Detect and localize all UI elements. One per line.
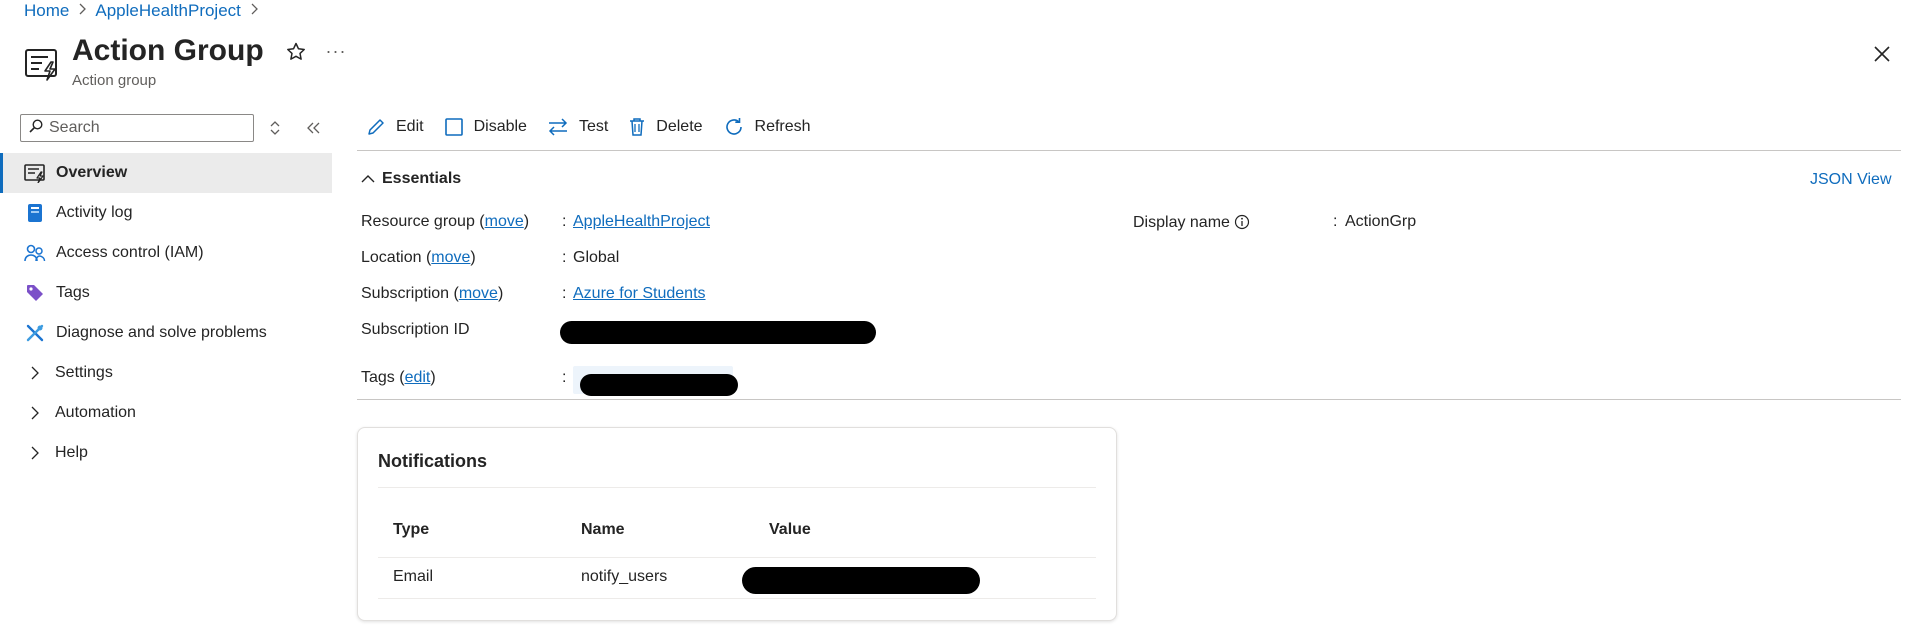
tags-label: Tags (edit)	[361, 369, 436, 386]
sidebar-item-label: Overview	[56, 164, 128, 181]
sidebar-item-activity-log[interactable]: Activity log	[0, 193, 332, 233]
disable-button[interactable]: Disable	[444, 117, 527, 137]
disable-label: Disable	[473, 118, 527, 135]
breadcrumb: Home AppleHealthProject	[24, 0, 267, 22]
ellipsis-icon[interactable]: ···	[324, 40, 348, 64]
breadcrumb-separator-icon	[249, 2, 259, 20]
column-header-type: Type	[393, 521, 430, 538]
card-divider	[378, 487, 1096, 488]
tags-edit-link[interactable]: edit	[405, 369, 431, 386]
notifications-title: Notifications	[378, 451, 488, 471]
edit-label: Edit	[396, 118, 424, 135]
location-label: Location (move)	[361, 249, 476, 266]
redacted-email-value	[742, 567, 980, 594]
collapse-sidebar-icon[interactable]	[302, 117, 324, 139]
redacted-subscription-id	[560, 321, 876, 344]
pencil-icon	[368, 119, 384, 135]
breadcrumb-separator-icon	[77, 2, 87, 20]
table-header-divider	[378, 557, 1096, 558]
test-button[interactable]: Test	[547, 117, 608, 137]
page-title: Action Group	[72, 34, 264, 67]
delete-button[interactable]: Delete	[628, 117, 703, 137]
subscription-move-link[interactable]: move	[459, 285, 498, 302]
sidebar-search[interactable]	[20, 114, 254, 142]
json-view-link[interactable]: JSON View	[1810, 171, 1892, 189]
subscription-link[interactable]: Azure for Students	[573, 285, 706, 303]
command-bar: Edit Disable Test Delete Refresh	[366, 114, 831, 140]
display-name-label: Display name	[1133, 214, 1250, 235]
refresh-button[interactable]: Refresh	[723, 116, 811, 138]
breadcrumb-home-link[interactable]: Home	[24, 1, 69, 21]
search-input[interactable]	[49, 119, 249, 137]
test-label: Test	[578, 118, 609, 135]
edit-button[interactable]: Edit	[366, 117, 424, 137]
table-row-divider	[378, 598, 1096, 599]
delete-label: Delete	[656, 118, 703, 135]
sidebar-item-tags[interactable]: Tags	[0, 273, 332, 313]
star-icon[interactable]	[284, 40, 308, 64]
essentials-toggle[interactable]: Essentials	[360, 170, 461, 188]
chevron-right-icon	[26, 442, 44, 464]
column-header-name: Name	[581, 521, 625, 538]
sort-icon[interactable]	[264, 117, 286, 139]
info-icon[interactable]	[1234, 214, 1250, 235]
sidebar-item-label: Access control (IAM)	[56, 244, 204, 261]
checkbox-icon	[444, 118, 463, 136]
sidebar-item-settings[interactable]: Settings	[0, 353, 332, 393]
trash-icon	[630, 118, 645, 136]
display-name-value: ActionGrp	[1345, 213, 1417, 230]
chevron-right-icon	[26, 362, 44, 384]
tag-icon	[24, 282, 46, 304]
refresh-icon	[725, 118, 742, 135]
refresh-label: Refresh	[754, 118, 811, 135]
action-group-icon	[24, 46, 60, 82]
column-header-value: Value	[769, 521, 811, 538]
overview-icon	[24, 162, 46, 184]
resource-group-move-link[interactable]: move	[485, 213, 524, 230]
sidebar-item-access-control[interactable]: Access control (IAM)	[0, 233, 332, 273]
breadcrumb-project-link[interactable]: AppleHealthProject	[95, 1, 241, 21]
people-icon	[24, 242, 46, 264]
property-colon: :	[562, 285, 567, 302]
location-move-link[interactable]: move	[431, 249, 470, 266]
sidebar-item-label: Activity log	[56, 204, 133, 221]
wrench-icon	[24, 322, 46, 344]
table-cell-type: Email	[393, 568, 434, 585]
location-value: Global	[573, 249, 620, 266]
subscription-id-label: Subscription ID	[361, 321, 470, 338]
resource-group-link[interactable]: AppleHealthProject	[573, 213, 710, 231]
activity-log-icon	[24, 202, 46, 224]
chevron-right-icon	[26, 402, 44, 424]
essentials-title: Essentials	[382, 170, 462, 187]
sidebar-item-overview[interactable]: Overview	[0, 153, 332, 193]
sidebar-item-diagnose[interactable]: Diagnose and solve problems	[0, 313, 332, 353]
resource-group-label: Resource group (move)	[361, 213, 530, 230]
sidebar-item-label: Settings	[55, 364, 113, 381]
property-colon: :	[1333, 213, 1338, 230]
property-colon: :	[562, 369, 567, 386]
close-icon[interactable]	[1870, 42, 1894, 66]
arrows-swap-icon	[548, 118, 567, 136]
property-colon: :	[562, 213, 567, 230]
sidebar-item-label: Diagnose and solve problems	[56, 324, 267, 341]
property-colon: :	[562, 249, 567, 266]
table-cell-name: notify_users	[581, 568, 668, 585]
page-subtitle: Action group	[72, 72, 157, 89]
essentials-divider	[357, 399, 1901, 400]
chevron-up-icon	[361, 175, 375, 183]
sidebar-item-automation[interactable]: Automation	[0, 393, 332, 433]
search-icon	[29, 118, 43, 138]
sidebar-item-label: Tags	[56, 284, 90, 301]
sidebar-item-help[interactable]: Help	[0, 433, 332, 473]
sidebar-item-label: Help	[55, 444, 88, 461]
redacted-tag	[580, 374, 738, 396]
subscription-label: Subscription (move)	[361, 285, 504, 302]
toolbar-divider	[357, 150, 1901, 151]
sidebar-item-label: Automation	[55, 404, 136, 421]
